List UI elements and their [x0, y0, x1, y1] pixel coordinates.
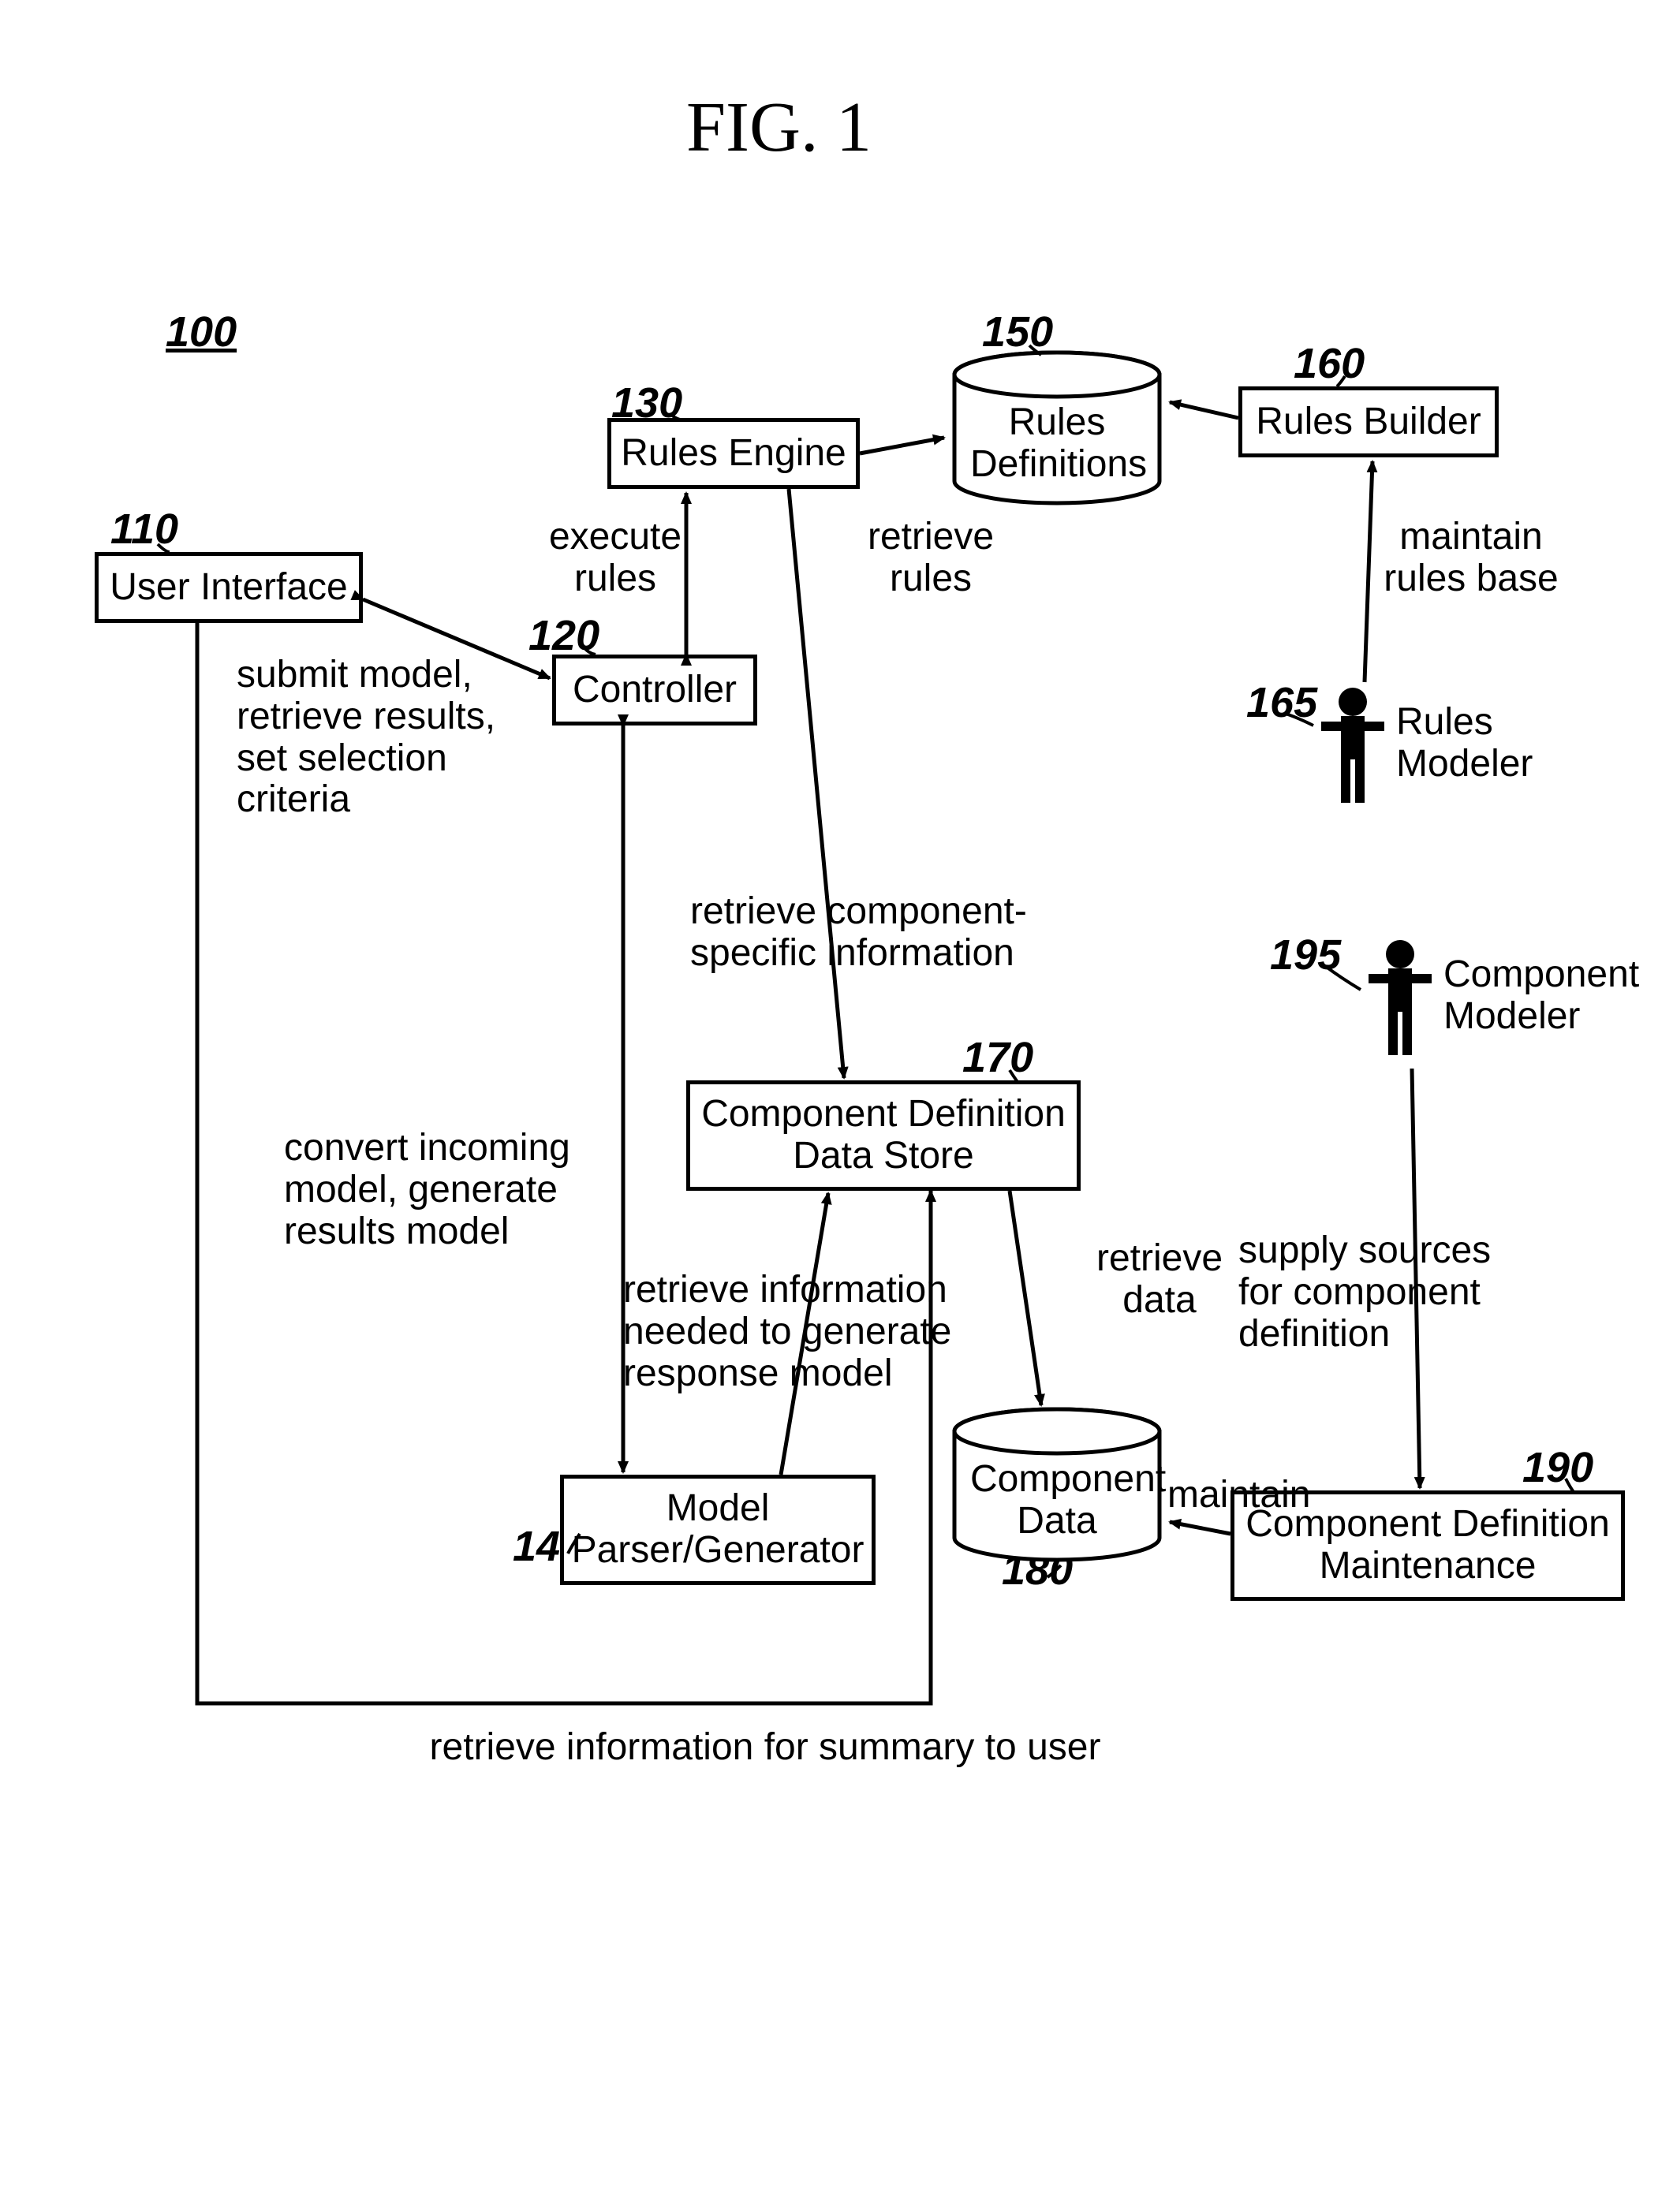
- edge-retrieve-info-summary: retrieve information for summary to user: [410, 1727, 1120, 1769]
- edge-retrieve-data: retrieve data: [1081, 1238, 1238, 1322]
- ref-170: 170: [962, 1033, 1033, 1082]
- ref-190: 190: [1522, 1443, 1593, 1492]
- ref-165: 165: [1246, 678, 1317, 727]
- model-parser-box: Model Parser/Generator: [560, 1475, 876, 1585]
- rules-engine-box: Rules Engine: [607, 418, 860, 489]
- ref-195: 195: [1270, 931, 1341, 979]
- edge-retrieve-info-needed: retrieve information needed to generate …: [623, 1270, 978, 1394]
- rules-definitions-label: Rules Definitions: [970, 402, 1144, 486]
- diagram-canvas: FIG. 1 100 110 120 130 140 150 160 165 1…: [0, 0, 1673, 2212]
- figure-title: FIG. 1: [686, 87, 872, 168]
- controller-box: Controller: [552, 655, 757, 726]
- ref-160: 160: [1294, 339, 1365, 388]
- component-modeler-label: Component Modeler: [1443, 954, 1664, 1038]
- component-data-label: Component Data: [970, 1459, 1144, 1542]
- edge-submit-model: submit model, retrieve results, set sele…: [237, 655, 552, 821]
- edge-maintain: maintain: [1167, 1475, 1325, 1516]
- rules-builder-box: Rules Builder: [1238, 386, 1499, 457]
- edge-supply-sources: supply sources for component definition: [1238, 1230, 1514, 1355]
- rules-modeler-person-icon: [1317, 686, 1388, 812]
- user-interface-box: User Interface: [95, 552, 363, 623]
- edge-retrieve-rules: retrieve rules: [852, 517, 1010, 600]
- edge-convert-incoming: convert incoming model, generate results…: [284, 1128, 599, 1252]
- rules-modeler-label: Rules Modeler: [1396, 702, 1562, 785]
- component-definition-store-box: Component Definition Data Store: [686, 1080, 1081, 1191]
- ref-100: 100: [166, 308, 237, 356]
- ref-110: 110: [110, 505, 178, 554]
- component-modeler-person-icon: [1365, 938, 1436, 1065]
- edge-maintain-rules-base: maintain rules base: [1372, 517, 1570, 600]
- edge-retrieve-comp-specific: retrieve component- specific information: [690, 891, 1085, 975]
- ref-120: 120: [528, 611, 599, 660]
- edge-execute-rules: execute rules: [536, 517, 694, 600]
